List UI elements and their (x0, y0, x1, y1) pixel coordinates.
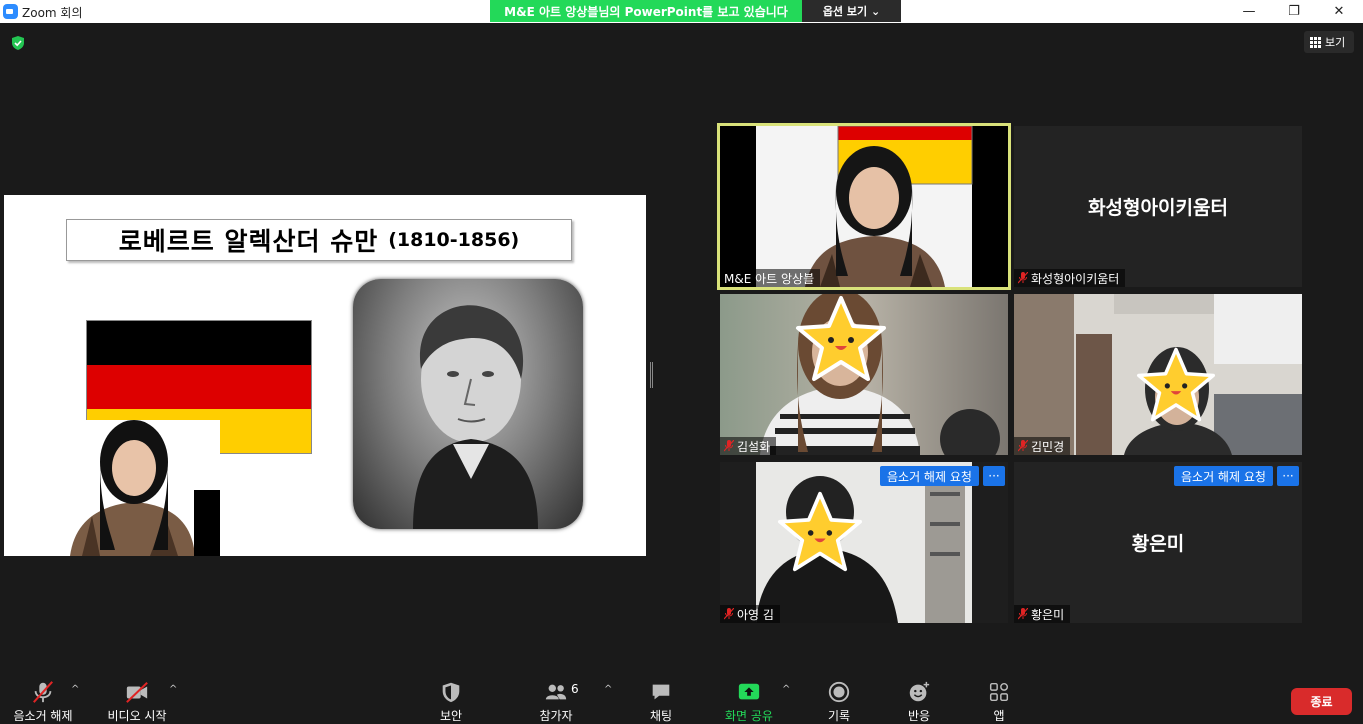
participant-tile-hwaseong[interactable]: 화성형아이키움터 화성형아이키움터 (1014, 126, 1302, 287)
share-screen-label: 화면 공유 (725, 709, 773, 723)
minimize-button[interactable]: — (1226, 0, 1272, 23)
mic-muted-icon (724, 440, 734, 452)
audio-options-caret[interactable]: ^ (71, 684, 79, 695)
participant-name-label: 김설화 (720, 437, 777, 455)
unmute-label: 음소거 해제 (13, 709, 73, 723)
participant-name-label: M&E 아트 앙상블 (720, 269, 821, 287)
slide-years: (1810-1856) (388, 229, 520, 251)
star-sticker-icon (1137, 347, 1216, 422)
start-video-label: 비디오 시작 (107, 709, 167, 723)
presenter-camera-overlay (60, 420, 220, 556)
share-screen-icon (738, 683, 760, 700)
apps-label: 앱 (993, 709, 1005, 723)
more-options-button[interactable]: ··· (1277, 466, 1299, 486)
participant-name: 김설화 (737, 439, 771, 454)
end-meeting-button[interactable]: 종료 (1291, 688, 1352, 715)
panel-resize-handle[interactable] (650, 362, 653, 388)
security-label: 보안 (439, 709, 463, 723)
zoom-app-icon (3, 4, 18, 19)
security-button[interactable]: 보안 (430, 674, 472, 724)
participant-display-name: 화성형아이키움터 (1088, 197, 1228, 219)
participant-name: 김민경 (1031, 439, 1065, 454)
grid-icon (1310, 36, 1321, 48)
view-button-label: 보기 (1325, 36, 1346, 49)
chat-label: 채팅 (649, 709, 673, 723)
shared-slide: 로베르트 알렉산더 슈만 (1810-1856) (4, 195, 646, 556)
participants-label: 참가자 (539, 709, 573, 723)
participant-name: 황은미 (1031, 607, 1065, 622)
more-options-button[interactable]: ··· (983, 466, 1005, 486)
record-icon (828, 681, 850, 703)
mic-muted-icon (1018, 272, 1028, 284)
reactions-smiley-icon (909, 681, 930, 702)
share-screen-button[interactable]: 화면 공유 (720, 674, 778, 724)
mic-muted-icon (724, 608, 734, 620)
microphone-muted-icon (33, 681, 53, 703)
participant-tile-kimminkyung[interactable]: 김민경 (1014, 294, 1302, 455)
participants-icon (545, 684, 567, 700)
participant-name: M&E 아트 앙상블 (724, 271, 815, 286)
slide-title: 로베르트 알렉산더 슈만 (118, 227, 379, 256)
video-options-caret[interactable]: ^ (169, 684, 177, 695)
unmute-button[interactable]: 음소거 해제 (10, 674, 76, 724)
participant-tile-kimseolhwa[interactable]: 김설화 (720, 294, 1008, 455)
chat-button[interactable]: 채팅 (642, 674, 680, 724)
mic-muted-icon (1018, 440, 1028, 452)
participants-options-caret[interactable]: ^ (604, 684, 612, 695)
apps-icon (989, 682, 1009, 702)
participant-name-label: 황은미 (1014, 605, 1071, 623)
window-title: Zoom 회의 (22, 6, 83, 20)
restore-button[interactable]: ❐ (1271, 0, 1317, 23)
participant-display-name: 황은미 (1131, 533, 1185, 555)
schumann-portrait-image (353, 279, 583, 529)
reactions-label: 반응 (907, 709, 931, 723)
apps-button[interactable]: 앱 (984, 674, 1014, 724)
record-label: 기록 (827, 709, 851, 723)
chat-bubble-icon (652, 684, 670, 700)
video-off-icon (126, 682, 148, 703)
encryption-shield-icon[interactable] (10, 35, 26, 51)
start-video-button[interactable]: 비디오 시작 (102, 674, 172, 724)
participant-name-label: 화성형아이키움터 (1014, 269, 1126, 287)
close-button[interactable]: ✕ (1316, 0, 1362, 23)
participant-name-label: 김민경 (1014, 437, 1071, 455)
view-options-button[interactable]: 옵션 보기 ⌄ (802, 0, 901, 22)
meeting-toolbar: 음소거 해제 ^ 비디오 시작 ^ 보안 참가자 6 ^ 채팅 화면 공유 ^ … (0, 674, 1363, 724)
participant-name: 아영 김 (737, 607, 774, 622)
reactions-button[interactable]: 반응 (900, 674, 938, 724)
participant-tile-ayoungkim[interactable]: 음소거 해제 요청 ··· 아영 김 (720, 462, 1008, 623)
mic-muted-icon (1018, 608, 1028, 620)
security-shield-icon (442, 682, 460, 703)
sharing-banner: M&E 아트 앙상블님의 PowerPoint를 보고 있습니다 (490, 0, 802, 22)
star-sticker-icon (778, 491, 863, 572)
participant-tile-hwangeunmi[interactable]: 황은미 음소거 해제 요청 ··· 황은미 (1014, 462, 1302, 623)
participant-name-label: 아영 김 (720, 605, 780, 623)
participants-count: 6 (571, 682, 579, 696)
unmute-request-button[interactable]: 음소거 해제 요청 (1174, 466, 1273, 486)
gallery-view-button[interactable]: 보기 (1304, 31, 1354, 53)
share-options-caret[interactable]: ^ (782, 684, 790, 695)
star-sticker-icon (796, 296, 886, 381)
participant-tile-active-speaker[interactable]: M&E 아트 앙상블 (717, 123, 1011, 290)
participant-name: 화성형아이키움터 (1031, 271, 1120, 286)
record-button[interactable]: 기록 (820, 674, 858, 724)
unmute-request-button[interactable]: 음소거 해제 요청 (880, 466, 979, 486)
slide-title-box: 로베르트 알렉산더 슈만 (1810-1856) (66, 219, 572, 261)
